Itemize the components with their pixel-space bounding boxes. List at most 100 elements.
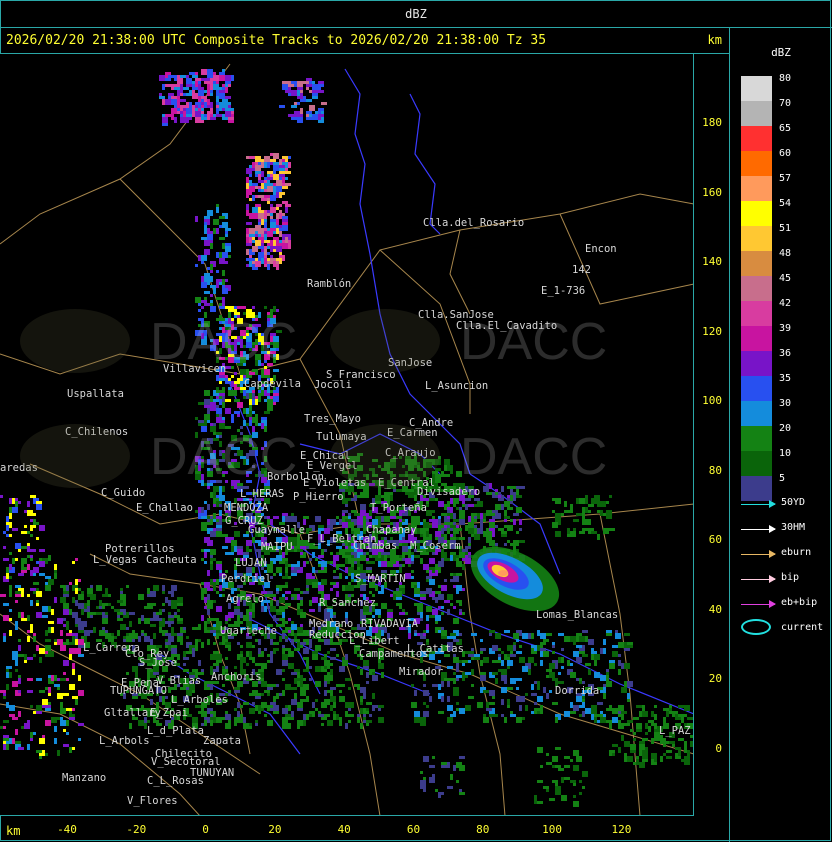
y-tick-label: 100 (702, 394, 722, 407)
scale-value-label: 51 (779, 223, 792, 234)
track-label: 50YD (781, 497, 806, 508)
scale-swatch (741, 276, 772, 301)
place-label: R_Sanchez (319, 597, 376, 609)
scale-value-label: 42 (779, 298, 792, 309)
place-label: Ramblón (307, 278, 351, 290)
scale-value-label: 80 (779, 73, 792, 84)
place-label: MAIPU (261, 541, 293, 553)
y-tick-label: 180 (702, 116, 722, 129)
track-label: bip (781, 572, 800, 583)
place-label: Clla.del_Rosario (423, 217, 524, 229)
y-tick-label: 60 (708, 533, 722, 546)
scale-swatch (741, 451, 772, 476)
scale-swatch (741, 151, 772, 176)
current-ellipse-icon (741, 619, 771, 635)
scale-swatch (741, 76, 772, 101)
track-legend-item: eburn (741, 547, 831, 561)
track-label: 30HM (781, 522, 806, 533)
y-tick-label: 120 (702, 324, 722, 338)
place-label: Encon (585, 243, 617, 255)
y-tick-label: 160 (702, 185, 722, 199)
y-tick-label: 80 (708, 463, 722, 477)
place-label: Divisadero (417, 486, 480, 498)
svg-text:DACC: DACC (460, 313, 607, 371)
x-tick-label: -40 (57, 823, 77, 836)
current-label: current (781, 622, 824, 633)
scale-value-label: 45 (779, 273, 792, 284)
title-unit: km (707, 33, 722, 47)
place-label: Jocoli (314, 379, 352, 391)
x-tick-label: -20 (126, 823, 147, 836)
arrow-head-icon (769, 575, 776, 583)
scale-value-label: 65 (779, 123, 792, 134)
x-tick-label: 120 (611, 823, 632, 836)
legend-divider (729, 28, 730, 842)
scale-value-label: 5 (779, 473, 786, 484)
scale-value-label: 54 (779, 198, 792, 209)
place-label: M_Coserm (410, 540, 461, 552)
place-label: RIVADAVIA (361, 618, 419, 630)
scale-value-label: 39 (779, 323, 792, 334)
place-label: P_Hierro (293, 491, 344, 503)
place-label: Campamentos (359, 648, 429, 660)
place-label: E_Challao (136, 502, 193, 514)
x-tick-label: 0 (202, 823, 209, 836)
svg-text:DACC: DACC (150, 428, 297, 486)
place-label: Lomas_Blancas (536, 609, 618, 621)
arrow-head-icon (769, 500, 776, 508)
place-label: Mirador (399, 666, 443, 678)
scale-value-label: 57 (779, 173, 792, 184)
scale-swatch (741, 201, 772, 226)
svg-text:DACC: DACC (150, 313, 297, 371)
place-label: C_L_Rosas (147, 775, 204, 787)
place-label: Anchoris (211, 671, 262, 683)
place-label: L_Arbols (99, 735, 150, 747)
scale-swatch (741, 376, 772, 401)
arrow-head-icon (769, 525, 776, 533)
x-axis: km -40 -20 0 20 40 60 80 100 120 (0, 816, 694, 842)
place-label: T_Porteña (370, 502, 427, 514)
place-label: Guaymalle (248, 524, 305, 536)
place-label: L_Libert (349, 635, 400, 647)
track-label: eburn (781, 547, 812, 558)
y-tick-label: 140 (702, 255, 722, 268)
track-label: eb+bip (781, 597, 818, 608)
place-label: Ugarteche (220, 625, 277, 637)
y-tick-label: 40 (708, 602, 722, 616)
track-legend-item: 30HM (741, 522, 831, 536)
scale-swatch (741, 326, 772, 351)
place-label: Perdriel (221, 573, 272, 585)
scale-value-label: 60 (779, 148, 792, 159)
arrow-head-icon (769, 550, 776, 558)
place-label: L_Vegas (93, 554, 137, 566)
place-label: Cacheuta (146, 554, 197, 566)
title-bar: 2026/02/20 21:38:00 UTC Composite Tracks… (0, 28, 730, 54)
scale-swatch (741, 401, 772, 426)
x-tick-label: 80 (476, 823, 490, 836)
header-bar: dBZ (0, 0, 832, 28)
place-label: Tres_Mayo (304, 413, 361, 425)
legend-title: dBZ (771, 46, 791, 59)
svg-text:DACC: DACC (460, 428, 607, 486)
scale-swatch (741, 101, 772, 126)
x-tick-label: 20 (268, 823, 282, 836)
place-label: Capdevila (244, 378, 301, 390)
scale-swatch (741, 426, 772, 451)
x-tick-label: 100 (542, 823, 563, 836)
place-label: Uspallata (67, 388, 124, 400)
scale-swatch (741, 226, 772, 251)
place-label: Manzano (62, 772, 106, 784)
radar-map[interactable]: Clla.del_RosarioEncon142E_1-736RamblónCl… (0, 54, 694, 816)
track-legend-item: 50YD (741, 497, 831, 511)
place-label: L_PAZ (659, 725, 691, 737)
place-label: V_Blias (157, 675, 201, 687)
header-label: dBZ (405, 7, 427, 21)
scale-value-label: 30 (779, 398, 792, 409)
place-label: V_Flores (127, 795, 178, 807)
place-label: E_Zpai (150, 707, 188, 719)
scale-swatch (741, 301, 772, 326)
place-label: Zapata (203, 735, 241, 747)
scale-swatch (741, 351, 772, 376)
track-legend-item: eb+bip (741, 597, 831, 611)
place-label: S_MARTIN (355, 573, 406, 585)
